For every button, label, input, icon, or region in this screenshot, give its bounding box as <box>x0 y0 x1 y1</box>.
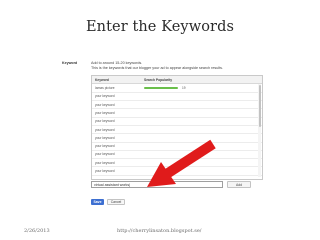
save-button[interactable]: Save <box>91 199 104 205</box>
slide-footer-url: http://cherrylinsaton.blogspot.se/ <box>117 228 202 234</box>
intro-text-line-2: This is the keywords that our blogger yo… <box>91 66 224 70</box>
keyword-panel: Keyword Add to around 15-20 keywords. Th… <box>55 56 267 210</box>
keyword-cell: your keyword <box>95 169 115 174</box>
table-scrollbar[interactable] <box>258 83 261 177</box>
popularity-value: 19 <box>182 85 186 90</box>
keyword-cell: lamas picture <box>95 86 115 91</box>
keyword-cell: your keyword <box>95 102 115 107</box>
section-label: Keyword <box>62 61 78 65</box>
keyword-cell: your keyword <box>95 94 115 99</box>
keyword-input[interactable]: virtual assistant works| <box>91 181 223 188</box>
slide-title: Enter the Keywords <box>85 19 235 35</box>
keyword-cell: your keyword <box>95 127 115 132</box>
scrollbar-thumb[interactable] <box>258 84 261 127</box>
table-row[interactable]: your keyword <box>92 167 262 176</box>
column-header-keyword: Keyword <box>95 77 109 82</box>
popularity-bar <box>144 86 178 90</box>
add-button[interactable]: Add <box>227 181 251 188</box>
slide-footer-date: 2/26/2013 <box>24 228 50 234</box>
cancel-button[interactable]: Cancel <box>107 199 125 205</box>
keyword-table: Keyword Search Popularity lamas picture … <box>91 75 263 180</box>
keyword-cell: your keyword <box>95 152 115 157</box>
intro-text-line-1: Add to around 15-20 keywords. <box>91 61 143 65</box>
keyword-cell: your keyword <box>95 160 115 165</box>
keyword-cell: your keyword <box>95 119 115 124</box>
keyword-cell: your keyword <box>95 144 115 149</box>
column-header-popularity: Search Popularity <box>144 77 173 82</box>
keyword-cell: your keyword <box>95 110 115 115</box>
keyword-input-value: virtual assistant works| <box>94 183 131 188</box>
keyword-cell: your keyword <box>95 135 115 140</box>
